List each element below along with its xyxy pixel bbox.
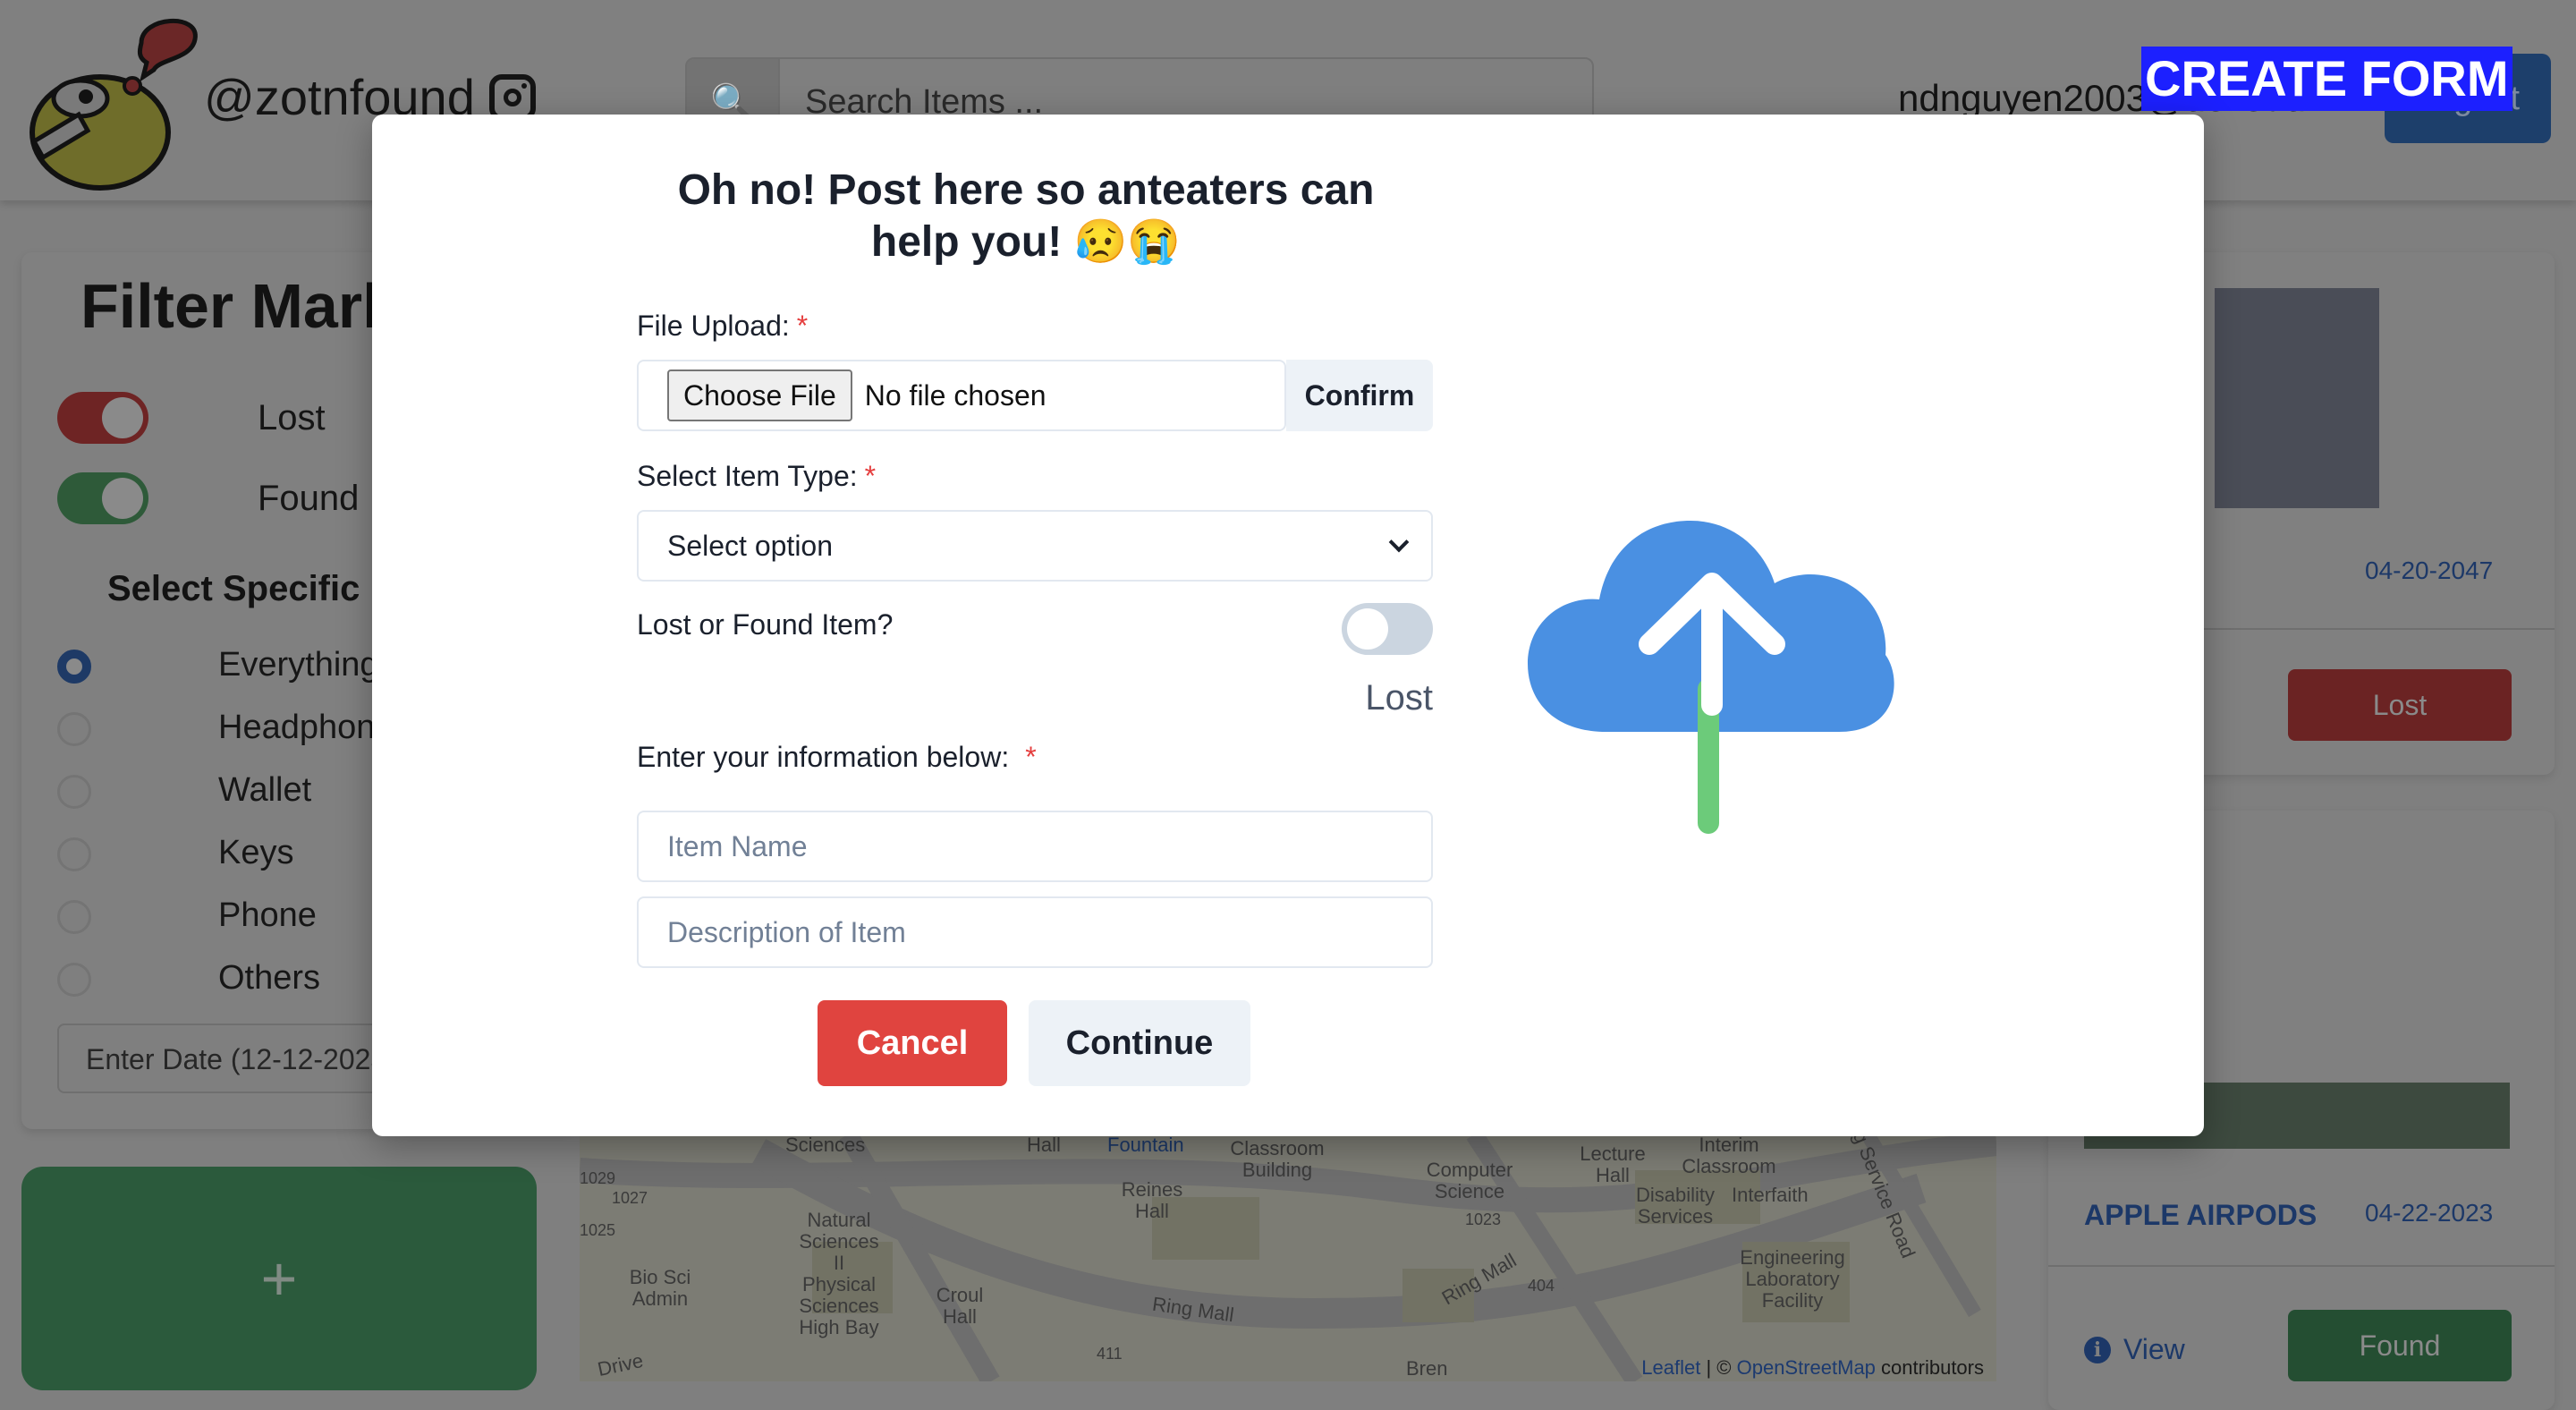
map-label: Disability Services (1635, 1184, 1716, 1228)
map-label: Engineering Laboratory Facility (1740, 1246, 1845, 1312)
radio-button[interactable] (57, 775, 91, 809)
item-type-label: Select Item Type: * (637, 460, 876, 493)
campus-map[interactable]: Sciences Hall Fountain Classroom Buildin… (580, 1134, 1996, 1381)
info-label: Enter your information below: * (637, 741, 1037, 774)
view-label: View (2123, 1333, 2185, 1365)
continue-button[interactable]: Continue (1029, 1000, 1250, 1086)
found-badge[interactable]: Found (2288, 1310, 2512, 1381)
osm-link[interactable]: OpenStreetMap (1737, 1356, 1876, 1379)
map-label: Interfaith (1732, 1184, 1809, 1206)
map-label: Physical Sciences High Bay (799, 1273, 879, 1339)
no-file-text: No file chosen (864, 378, 1046, 412)
item-type-value: Select option (667, 529, 834, 562)
attribution-tail: contributors (1881, 1356, 1984, 1379)
card-divider (2048, 1265, 2555, 1267)
lost-found-label: Lost or Found Item? (637, 608, 894, 641)
required-mark: * (796, 310, 809, 342)
map-label: Hall (1027, 1134, 1061, 1156)
confirm-button[interactable]: Confirm (1286, 360, 1433, 431)
radio-wallet[interactable]: Wallet (57, 771, 311, 809)
map-label: Croul Hall (936, 1284, 984, 1329)
file-upload-label: File Upload: * (637, 310, 808, 343)
map-label: Lecture Hall (1580, 1142, 1646, 1187)
file-upload-field[interactable]: Choose File No file chosen (637, 360, 1286, 431)
radio-label: Wallet (218, 771, 312, 809)
radio-button[interactable] (57, 900, 91, 934)
item-date: 04-22-2023 (2365, 1199, 2494, 1227)
map-label: Fountain (1107, 1134, 1184, 1156)
cancel-button[interactable]: Cancel (818, 1000, 1007, 1086)
item-type-select[interactable]: Select option (637, 510, 1433, 582)
info-label-text: Enter your information below: (637, 741, 1010, 773)
map-label: Natural Sciences II (799, 1209, 879, 1275)
modal-title: Oh no! Post here so anteaters can help y… (677, 166, 1375, 266)
lost-found-state: Lost (1365, 678, 1433, 718)
map-label: Computer Science (1426, 1159, 1513, 1203)
map-label: 1029 (580, 1169, 616, 1187)
attribution-separator: | © (1706, 1356, 1732, 1379)
map-label: Bren (1406, 1357, 1448, 1380)
radio-button[interactable] (57, 712, 91, 746)
chevron-down-icon (1388, 531, 1410, 553)
item-date: 04-20-2047 (2365, 556, 2494, 584)
found-filter-row: Found (57, 472, 359, 524)
map-label: 411 (1097, 1345, 1123, 1363)
required-mark: * (1025, 741, 1037, 773)
leaflet-link[interactable]: Leaflet (1641, 1356, 1700, 1379)
item-description-input[interactable] (637, 896, 1433, 968)
info-icon: i (2084, 1336, 2111, 1363)
map-label: Classroom Building (1230, 1137, 1325, 1182)
map-label: 404 (1528, 1277, 1555, 1295)
item-name-input[interactable] (637, 811, 1433, 882)
lost-toggle-label: Lost (258, 397, 326, 437)
lost-filter-row: Lost (57, 392, 326, 444)
view-link[interactable]: i View (2084, 1333, 2185, 1366)
radio-button[interactable] (57, 650, 91, 684)
map-attribution: Leaflet | © OpenStreetMap contributors (1641, 1356, 1984, 1380)
radio-button[interactable] (57, 837, 91, 871)
map-label: 1023 (1465, 1210, 1502, 1228)
map-label: 1025 (580, 1221, 616, 1239)
radio-everything[interactable]: Everything (57, 646, 379, 684)
radio-label: Everything (218, 646, 379, 684)
item-name: APPLE AIRPODS (2084, 1199, 2318, 1231)
map-label: Reines Hall (1121, 1178, 1183, 1223)
create-form-label: CREATE FORM (2141, 47, 2512, 111)
map-label: Sciences (785, 1134, 866, 1156)
item-image (2215, 288, 2379, 508)
map-label: 1027 (612, 1189, 648, 1207)
radio-label: Keys (218, 834, 294, 871)
found-toggle[interactable] (57, 472, 148, 524)
radio-others[interactable]: Others (57, 959, 320, 997)
cloud-upload-icon (1528, 521, 1894, 834)
instagram-icon[interactable] (488, 73, 536, 121)
lost-toggle[interactable] (57, 392, 148, 444)
lost-found-switch[interactable] (1342, 603, 1433, 655)
lost-badge[interactable]: Lost (2288, 669, 2512, 741)
item-type-label-text: Select Item Type: (637, 460, 858, 492)
create-post-modal: Oh no! Post here so anteaters can help y… (372, 115, 2204, 1136)
radio-label: Phone (218, 896, 317, 934)
anteater-logo (30, 19, 198, 191)
choose-file-button[interactable]: Choose File (667, 369, 852, 421)
radio-keys[interactable]: Keys (57, 834, 293, 871)
add-item-button[interactable]: + (21, 1167, 537, 1390)
radio-phone[interactable]: Phone (57, 896, 317, 934)
map-label: Interim Classroom (1682, 1134, 1776, 1178)
radio-label: Others (218, 959, 321, 997)
required-mark: * (864, 460, 877, 492)
radio-button[interactable] (57, 963, 91, 997)
map-label: Bio Sci Admin (629, 1266, 691, 1311)
file-upload-label-text: File Upload: (637, 310, 790, 342)
radio-headphones[interactable]: Headphones (57, 709, 411, 746)
found-toggle-label: Found (258, 478, 360, 518)
